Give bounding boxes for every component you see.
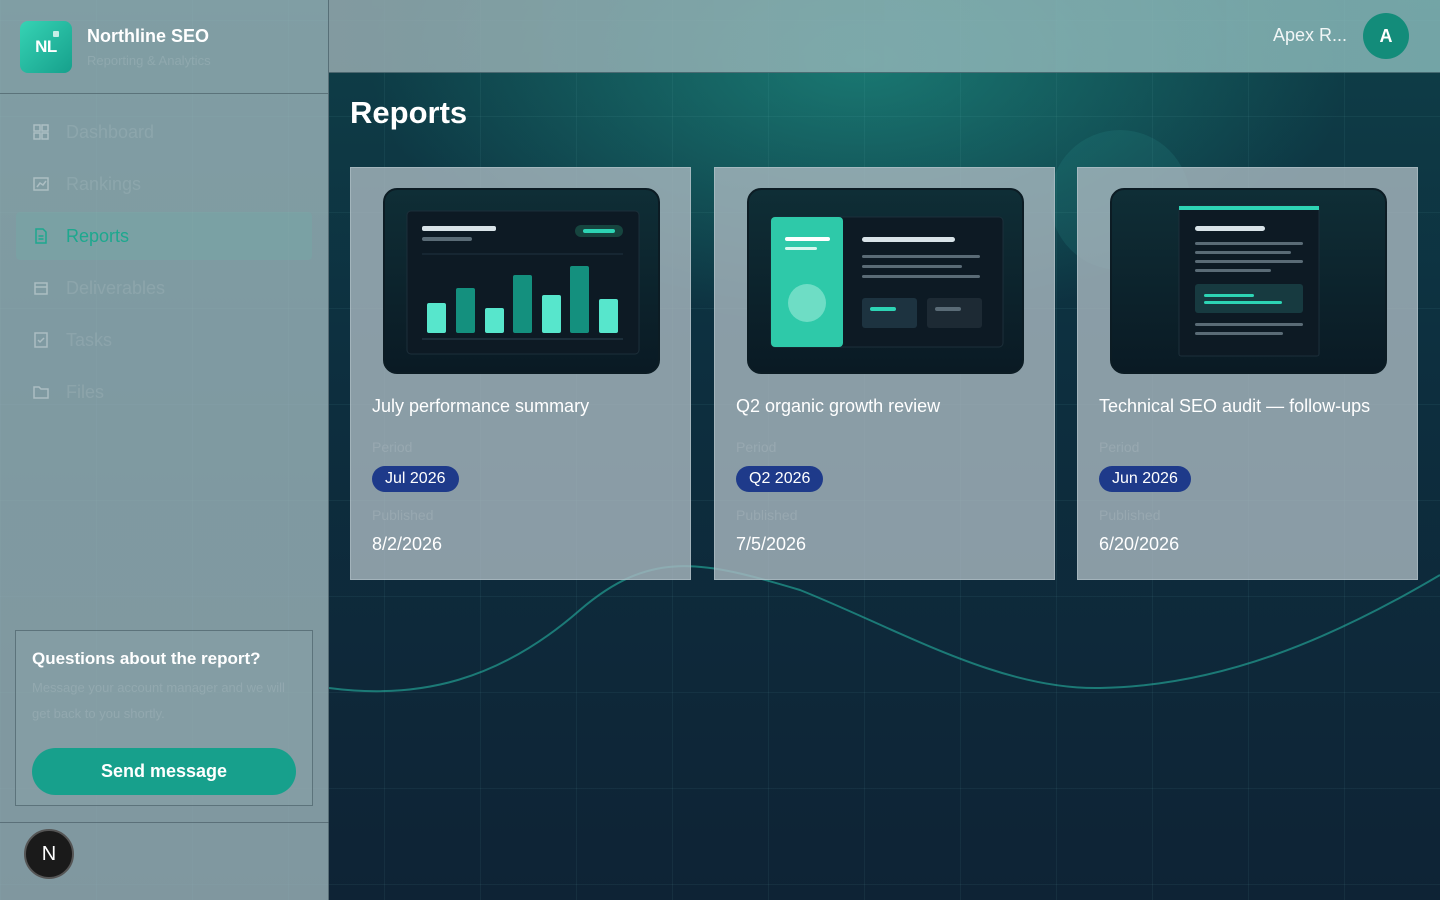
- period-badge: Jun 2026: [1099, 466, 1191, 492]
- sidebar-footer: N: [0, 822, 329, 900]
- logo-dot-icon: [53, 30, 59, 37]
- folder-icon: [33, 386, 49, 399]
- published-date: 6/20/2026: [1099, 534, 1180, 554]
- sidebar-nav: Dashboard Rankings Reports Deliverables …: [0, 94, 328, 416]
- avatar[interactable]: A: [1363, 13, 1409, 59]
- brand-name: Northline SEO: [87, 25, 210, 46]
- report-title: July performance summary: [372, 396, 590, 416]
- report-thumbnail: [747, 188, 1024, 374]
- send-message-button[interactable]: Send message: [32, 748, 296, 795]
- sidebar-item-deliverables[interactable]: Deliverables: [16, 264, 312, 312]
- brand[interactable]: NL Northline SEO Reporting & Analytics: [0, 0, 328, 94]
- sidebar-item-label: Rankings: [66, 173, 142, 194]
- help-card: Questions about the report? Message your…: [15, 630, 313, 806]
- published-label: Published: [1099, 507, 1161, 523]
- published-label: Published: [372, 507, 434, 523]
- sidebar-item-label: Reports: [66, 225, 130, 246]
- published-label: Published: [736, 507, 798, 523]
- topbar: Apex R... A: [329, 0, 1440, 73]
- report-card[interactable]: Technical SEO audit — follow-ups Period …: [1077, 167, 1418, 580]
- brand-logo-text: NL: [35, 36, 57, 56]
- published-date: 8/2/2026: [372, 534, 443, 554]
- report-card[interactable]: Q2 organic growth review Period Q2 2026 …: [714, 167, 1055, 580]
- report-title: Q2 organic growth review: [736, 396, 941, 416]
- period-label: Period: [372, 439, 413, 455]
- brand-subtitle: Reporting & Analytics: [87, 52, 211, 68]
- chart-icon: [33, 177, 49, 191]
- page-title: Reports: [350, 95, 468, 130]
- help-body: Message your account manager and we will…: [32, 680, 285, 721]
- sidebar-item-label: Tasks: [66, 329, 113, 350]
- period-label: Period: [1099, 439, 1140, 455]
- sidebar-item-rankings[interactable]: Rankings: [16, 160, 312, 208]
- checklist-icon: [34, 332, 48, 348]
- report-thumbnail: [1110, 188, 1387, 374]
- dashboard-illustration-icon: [770, 216, 1004, 348]
- app-badge[interactable]: N: [24, 829, 74, 879]
- period-badge: Q2 2026: [736, 466, 824, 492]
- help-title: Questions about the report?: [32, 649, 261, 668]
- period-label: Period: [736, 439, 777, 455]
- grid-icon: [33, 124, 49, 140]
- report-title: Technical SEO audit — follow-ups: [1099, 396, 1371, 416]
- period-badge: Jul 2026: [372, 466, 459, 492]
- brand-logo: NL: [20, 20, 72, 73]
- bar-chart-illustration-icon: [406, 210, 640, 355]
- sidebar-item-label: Deliverables: [66, 277, 166, 298]
- sidebar-item-dashboard[interactable]: Dashboard: [16, 108, 312, 156]
- document-illustration-icon: [1178, 205, 1320, 357]
- report-card[interactable]: July performance summary Period Jul 2026…: [350, 167, 691, 580]
- sidebar: NL Northline SEO Reporting & Analytics D…: [0, 0, 329, 900]
- published-date: 7/5/2026: [736, 534, 807, 554]
- package-icon: [34, 282, 48, 295]
- report-thumbnail: [383, 188, 660, 374]
- sidebar-item-tasks[interactable]: Tasks: [16, 316, 312, 364]
- user-name[interactable]: Apex R...: [1273, 25, 1347, 46]
- sidebar-item-label: Dashboard: [66, 121, 155, 142]
- document-icon: [35, 228, 47, 244]
- sidebar-item-reports[interactable]: Reports: [16, 212, 312, 260]
- sidebar-item-files[interactable]: Files: [16, 368, 312, 416]
- sidebar-item-label: Files: [66, 381, 105, 402]
